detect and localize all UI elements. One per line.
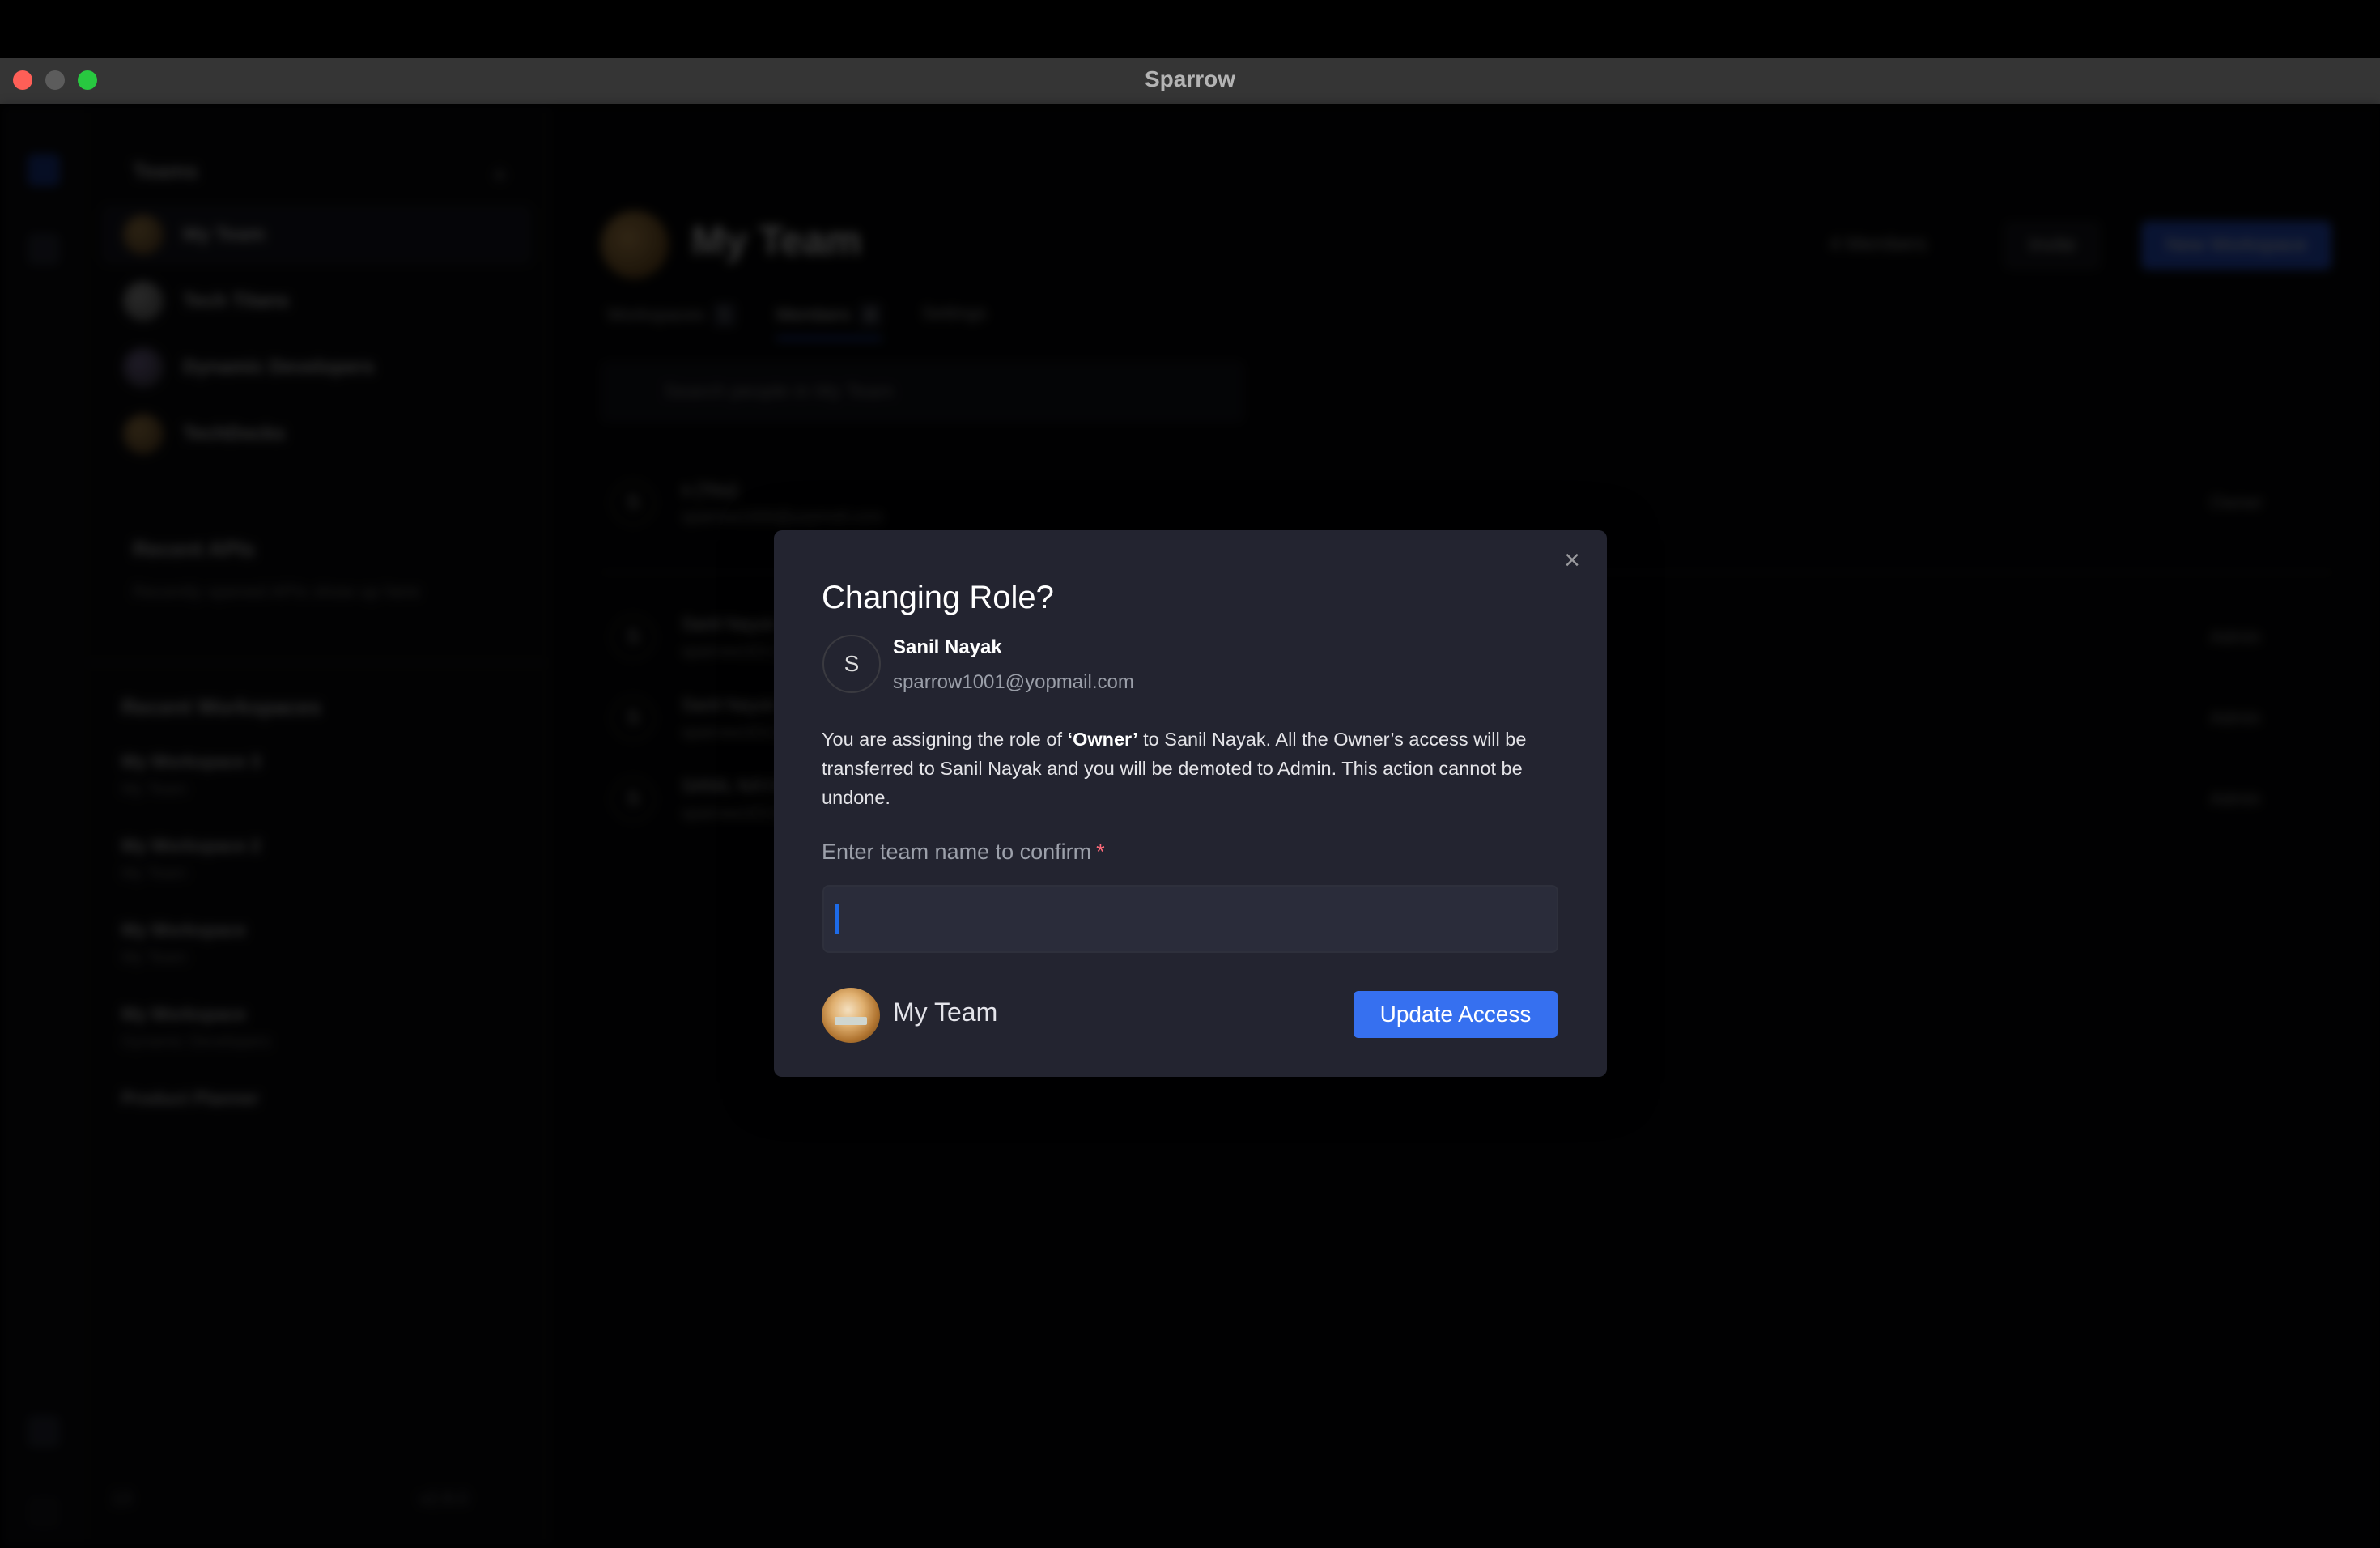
- team-name: My Team: [893, 997, 998, 1027]
- required-asterisk: *: [1096, 840, 1105, 864]
- update-access-button[interactable]: Update Access: [1354, 991, 1558, 1038]
- description-prefix: You are assigning the role of: [822, 729, 1068, 750]
- confirm-label-text: Enter team name to confirm: [822, 840, 1092, 864]
- user-name: Sanil Nayak: [893, 636, 1002, 658]
- confirm-field-label: Enter team name to confirm *: [822, 840, 1105, 865]
- dialog-description: You are assigning the role of ‘Owner’ to…: [822, 725, 1575, 812]
- text-caret: [835, 904, 839, 934]
- close-icon[interactable]: ×: [1556, 544, 1588, 576]
- dialog-title: Changing Role?: [822, 580, 1054, 615]
- team-avatar: [822, 988, 880, 1043]
- user-avatar: S: [822, 635, 881, 693]
- window-title: Sparrow: [1144, 66, 1236, 91]
- description-role: ‘Owner’: [1067, 729, 1138, 750]
- user-email: sparrow1001@yopmail.com: [893, 671, 1134, 693]
- screen-top-bar: [0, 0, 2380, 58]
- team-name-confirm-input[interactable]: [822, 885, 1558, 953]
